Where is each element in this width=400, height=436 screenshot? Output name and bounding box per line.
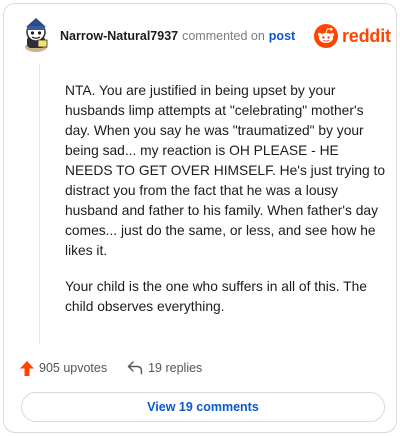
avatar[interactable] — [18, 16, 54, 52]
comment-paragraph: NTA. You are justified in being upset by… — [65, 83, 386, 258]
action-text: commented on — [182, 29, 265, 43]
post-link[interactable]: post — [269, 29, 295, 43]
reddit-logo[interactable]: reddit — [314, 23, 391, 49]
reddit-wordmark: reddit — [342, 25, 391, 46]
comment-actions: 905 upvotes 19 replies — [20, 358, 202, 378]
username[interactable]: Narrow-Natural7937 — [60, 29, 178, 43]
reply-count: 19 replies — [148, 361, 203, 375]
upvote-arrow-icon — [20, 360, 34, 376]
comment-body: NTA. You are justified in being upset by… — [65, 81, 387, 333]
thread-line — [39, 64, 40, 344]
comment-card: Narrow-Natural7937 commented on post red… — [3, 3, 397, 433]
comment-paragraph: Your child is the one who suffers in all… — [65, 279, 367, 314]
avatar-icon — [25, 18, 48, 52]
upvote-count: 905 upvotes — [39, 361, 108, 375]
comment-header: Narrow-Natural7937 commented on post — [60, 28, 295, 44]
reply-arrow-icon — [127, 361, 143, 375]
upvote-button[interactable]: 905 upvotes — [20, 360, 108, 376]
reply-button[interactable]: 19 replies — [127, 361, 202, 375]
reddit-alien-icon — [314, 24, 338, 48]
view-comments-button[interactable]: View 19 comments — [21, 392, 385, 422]
